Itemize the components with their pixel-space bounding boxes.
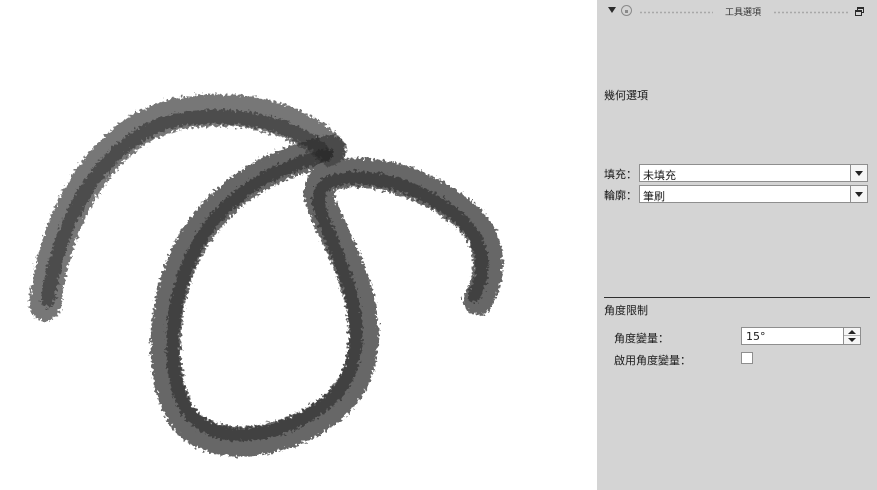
spin-up-icon[interactable] <box>848 330 856 334</box>
fill-select-value: 未填充 <box>643 169 676 182</box>
chevron-down-icon[interactable] <box>850 186 867 202</box>
angle-constraint-heading: 角度限制 <box>604 304 648 317</box>
fill-select[interactable]: 未填充 <box>639 164 868 182</box>
enable-angle-delta-checkbox[interactable] <box>741 352 753 364</box>
panel-title: 工具選項 <box>724 8 761 18</box>
outline-select-value: 筆刷 <box>643 190 665 203</box>
brush-strokes <box>29 94 503 457</box>
section-divider <box>604 297 870 298</box>
outline-select[interactable]: 筆刷 <box>639 185 868 203</box>
angle-delta-value: 15° <box>746 330 766 343</box>
angle-delta-spinbox[interactable]: 15° <box>741 327 861 345</box>
angle-delta-label: 角度變量： <box>614 332 669 345</box>
spin-arrows[interactable] <box>843 328 860 344</box>
geometry-options-heading: 幾何選項 <box>604 89 648 102</box>
outline-label: 輪廓： <box>604 189 637 202</box>
tool-options-panel: 工具選項 幾何選項 填充： 未填充 輪廓： 筆刷 角度限制 角度變量： 15° … <box>597 0 877 490</box>
grip-dots[interactable] <box>773 11 849 14</box>
lock-icon[interactable] <box>621 5 632 16</box>
enable-angle-delta-label: 啟用角度變量： <box>614 354 691 367</box>
drawing-canvas[interactable] <box>0 0 597 490</box>
collapse-triangle-icon[interactable] <box>608 7 616 13</box>
float-panel-icon[interactable] <box>855 7 864 16</box>
panel-titlebar[interactable]: 工具選項 <box>597 0 877 24</box>
fill-label: 填充： <box>604 168 637 181</box>
spin-down-icon[interactable] <box>848 338 856 342</box>
grip-dots[interactable] <box>639 11 713 14</box>
chevron-down-icon[interactable] <box>850 165 867 181</box>
